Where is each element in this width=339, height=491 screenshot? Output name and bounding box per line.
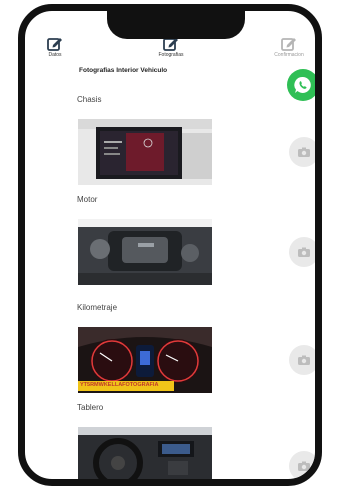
photo-watermark: YT5RMWKELLAFOTOGRAFIA: [80, 382, 159, 388]
engine-photo[interactable]: [78, 219, 212, 285]
phone-frame: Datos Fotografias Confirmacion Fotografi…: [18, 4, 322, 486]
camera-icon: [298, 461, 310, 471]
section-label-motor: Motor: [77, 195, 98, 204]
dashboard-screen-photo[interactable]: [78, 119, 212, 185]
photo-image: [78, 427, 212, 479]
camera-button-kilometraje[interactable]: [289, 345, 315, 375]
camera-button-tablero[interactable]: [289, 451, 315, 479]
camera-icon: [298, 247, 310, 257]
camera-button-chasis[interactable]: [289, 137, 315, 167]
tab-datos[interactable]: Datos: [25, 35, 85, 59]
phone-notch: [107, 11, 245, 39]
camera-icon: [298, 147, 310, 157]
edit-icon: [47, 38, 62, 51]
camera-button-motor[interactable]: [289, 237, 315, 267]
page-title: Fotografias Interior Vehiculo: [79, 67, 168, 74]
tab-confirmacion[interactable]: Confirmacion: [259, 35, 315, 59]
edit-icon: [281, 38, 296, 51]
photo-image: [78, 119, 212, 185]
section-label-chasis: Chasis: [77, 95, 102, 104]
tab-label: Fotografias: [158, 52, 184, 58]
whatsapp-icon: [294, 76, 311, 93]
steering-wheel-photo[interactable]: [78, 427, 212, 479]
tab-label: Datos: [48, 52, 62, 58]
photo-image: [78, 219, 212, 285]
section-label-kilometraje: Kilometraje: [77, 303, 118, 312]
camera-icon: [298, 355, 310, 365]
tab-label: Confirmacion: [274, 52, 304, 58]
whatsapp-button[interactable]: [287, 69, 315, 101]
odometer-photo[interactable]: YT5RMWKELLAFOTOGRAFIA: [78, 327, 212, 393]
section-label-tablero: Tablero: [77, 403, 104, 412]
